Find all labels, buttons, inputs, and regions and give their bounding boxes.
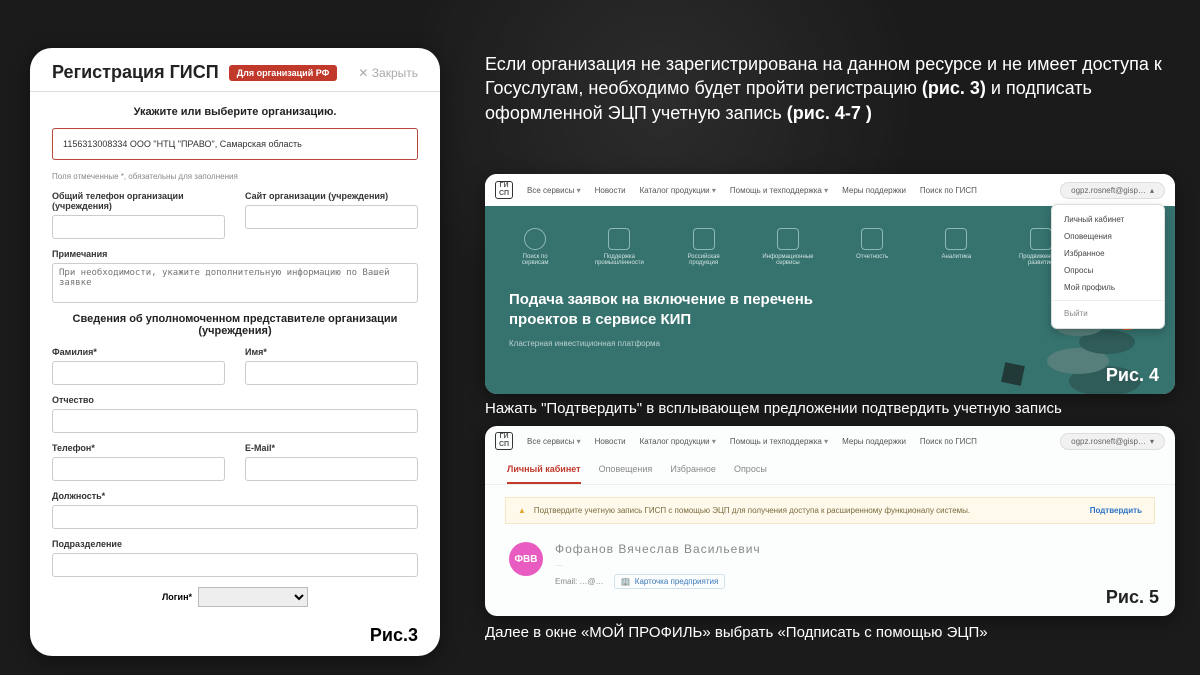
service-tile[interactable]: Информационные сервисы	[762, 228, 814, 266]
service-tile[interactable]: Отчетность	[846, 228, 898, 266]
dept-label: Подразделение	[52, 539, 418, 549]
profile-email: Email: …@… 🏢Карточка предприятия	[555, 574, 761, 589]
user-menu-button[interactable]: ogpz.rosneft@gisp…▾	[1060, 433, 1165, 450]
dropdown-logout[interactable]: Выйти	[1052, 305, 1164, 322]
cube-icon	[1001, 362, 1025, 386]
lastname-input[interactable]	[52, 361, 225, 385]
hero-headline: Подача заявок на включение в перечень пр…	[509, 290, 869, 331]
tel-input[interactable]	[52, 457, 225, 481]
fig4-topnav: ГИСП Все сервисы Новости Каталог продукц…	[485, 174, 1175, 206]
fig3-caption: Рис.3	[370, 625, 418, 646]
nav-item[interactable]: Поиск по ГИСП	[920, 186, 977, 195]
report-icon	[861, 228, 883, 250]
service-tile[interactable]: Поддержка промышленности	[593, 228, 645, 266]
dropdown-item[interactable]: Личный кабинет	[1052, 211, 1164, 228]
tab-notifications[interactable]: Оповещения	[599, 456, 653, 484]
profile-block: ФВВ Фофанов Вячеслав Васильевич … Email:…	[485, 536, 1175, 595]
nav-item[interactable]: Помощь и техподдержка	[730, 437, 828, 446]
chevron-up-icon: ▴	[1150, 186, 1154, 195]
service-tile[interactable]: Российская продукция	[678, 228, 730, 266]
site-input[interactable]	[245, 205, 418, 229]
tel-label: Телефон*	[52, 443, 225, 453]
fig5-caption: Рис. 5	[1106, 587, 1159, 608]
building-icon: 🏢	[621, 577, 631, 586]
tab-favorites[interactable]: Избранное	[670, 456, 716, 484]
position-input[interactable]	[52, 505, 418, 529]
notes-label: Примечания	[52, 249, 418, 259]
fig3-registration-form: Регистрация ГИСП Для организаций РФ ✕ За…	[30, 48, 440, 656]
org-selector[interactable]: 1156313008334 ООО "НТЦ "ПРАВО", Самарска…	[52, 128, 418, 160]
chevron-down-icon: ▾	[1150, 437, 1154, 446]
dropdown-item[interactable]: Опросы	[1052, 262, 1164, 279]
dropdown-item[interactable]: Избранное	[1052, 245, 1164, 262]
lastname-label: Фамилия*	[52, 347, 225, 357]
middlename-input[interactable]	[52, 409, 418, 433]
nav-item[interactable]: Поиск по ГИСП	[920, 437, 977, 446]
reg-title: Регистрация ГИСП	[52, 62, 219, 83]
nav-item[interactable]: Меры поддержки	[842, 186, 906, 195]
section-rep: Сведения об уполномоченном представителе…	[52, 313, 418, 337]
gisp-logo-icon: ГИСП	[495, 432, 513, 450]
position-label: Должность*	[52, 491, 418, 501]
close-icon[interactable]: ✕ Закрыть	[358, 66, 418, 80]
dept-input[interactable]	[52, 553, 418, 577]
login-select[interactable]	[198, 587, 308, 607]
nav-item[interactable]: Новости	[595, 437, 626, 446]
firstname-label: Имя*	[245, 347, 418, 357]
dropdown-item[interactable]: Оповещения	[1052, 228, 1164, 245]
intro-text: Если организация не зарегистрирована на …	[485, 52, 1175, 125]
promo-icon	[1030, 228, 1052, 250]
gisp-logo-icon: ГИСП	[495, 181, 513, 199]
user-dropdown: Личный кабинет Оповещения Избранное Опро…	[1051, 204, 1165, 329]
nav-item[interactable]: Меры поддержки	[842, 437, 906, 446]
reg-badge: Для организаций РФ	[229, 65, 338, 81]
email-input[interactable]	[245, 457, 418, 481]
profile-sub: …	[555, 559, 761, 568]
nav-item[interactable]: Все сервисы	[527, 186, 581, 195]
dropdown-item[interactable]: Мой профиль	[1052, 279, 1164, 296]
required-note: Поля отмеченные *, обязательны для запол…	[52, 172, 418, 181]
nav-item[interactable]: Новости	[595, 186, 626, 195]
search-icon	[524, 228, 546, 250]
bottom-instruction: Далее в окне «МОЙ ПРОФИЛЬ» выбрать «Подп…	[485, 624, 1175, 641]
enterprise-card-link[interactable]: 🏢Карточка предприятия	[614, 574, 725, 589]
fig5-screenshot: ГИСП Все сервисы Новости Каталог продукц…	[485, 426, 1175, 616]
mid-instruction: Нажать "Подтвердить" в всплывающем предл…	[485, 400, 1175, 417]
service-tile[interactable]: Аналитика	[930, 228, 982, 266]
avatar: ФВВ	[509, 542, 543, 576]
notes-input[interactable]	[52, 263, 418, 303]
nav-item[interactable]: Все сервисы	[527, 437, 581, 446]
warning-banner: ▲ Подтвердите учетную запись ГИСП с помо…	[505, 497, 1155, 524]
site-label: Сайт организации (учреждения)	[245, 191, 418, 201]
profile-name: Фофанов Вячеслав Васильевич	[555, 542, 761, 556]
firstname-input[interactable]	[245, 361, 418, 385]
phone-input[interactable]	[52, 215, 225, 239]
tab-surveys[interactable]: Опросы	[734, 456, 767, 484]
user-menu-button[interactable]: ogpz.rosneft@gisp…▴	[1060, 182, 1165, 199]
service-tile[interactable]: Поиск по сервисам	[509, 228, 561, 266]
email-label: E-Mail*	[245, 443, 418, 453]
warning-text: Подтвердите учетную запись ГИСП с помощь…	[534, 506, 970, 515]
fig5-topnav: ГИСП Все сервисы Новости Каталог продукц…	[485, 426, 1175, 456]
warning-icon: ▲	[518, 506, 526, 515]
support-icon	[608, 228, 630, 250]
nav-item[interactable]: Каталог продукции	[640, 437, 716, 446]
tab-cabinet[interactable]: Личный кабинет	[507, 456, 581, 484]
middlename-label: Отчество	[52, 395, 418, 405]
info-icon	[777, 228, 799, 250]
login-label: Логин*	[162, 592, 192, 602]
fig4-caption: Рис. 4	[1106, 365, 1159, 386]
nav-item[interactable]: Помощь и техподдержка	[730, 186, 828, 195]
phone-label: Общий телефон организации (учреждения)	[52, 191, 225, 211]
product-icon	[693, 228, 715, 250]
section-choose-org: Укажите или выберите организацию.	[52, 106, 418, 118]
profile-tabs: Личный кабинет Оповещения Избранное Опро…	[485, 456, 1175, 485]
nav-item[interactable]: Каталог продукции	[640, 186, 716, 195]
fig4-screenshot: ГИСП Все сервисы Новости Каталог продукц…	[485, 174, 1175, 394]
analytics-icon	[945, 228, 967, 250]
confirm-link[interactable]: Подтвердить	[1090, 506, 1142, 515]
